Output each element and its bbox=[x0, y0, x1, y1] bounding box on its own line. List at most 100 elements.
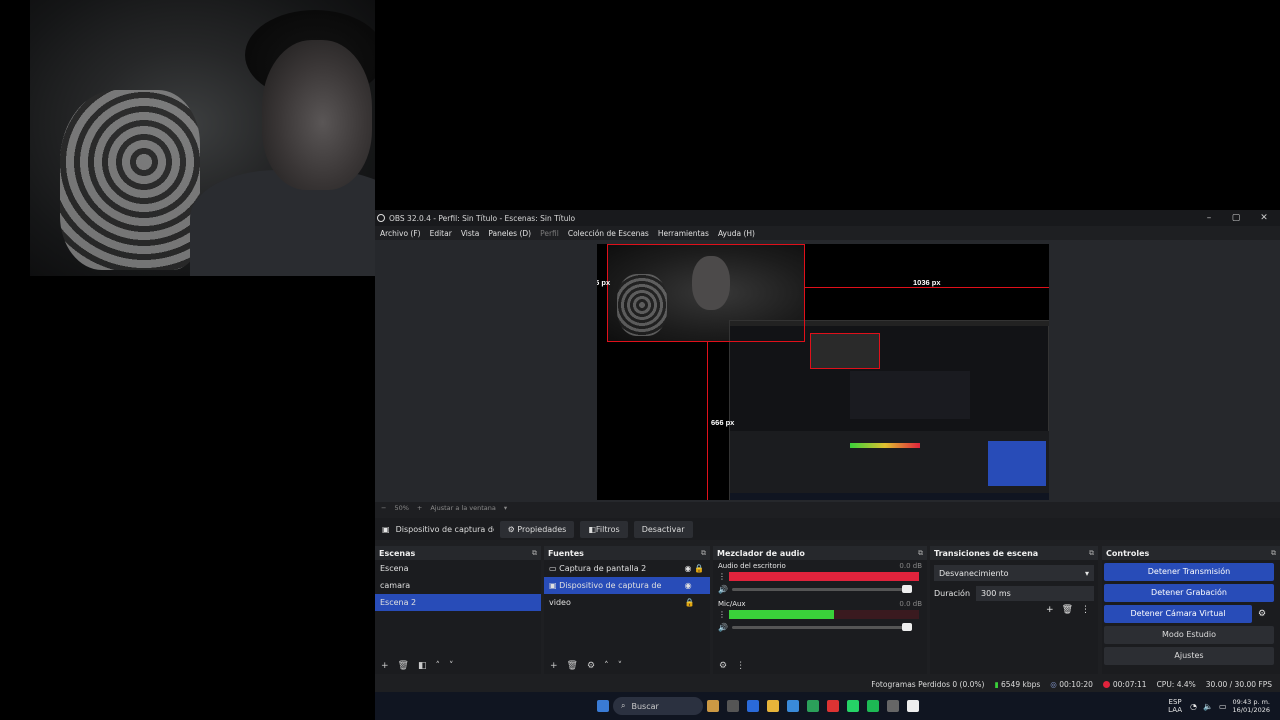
menu-tools[interactable]: Herramientas bbox=[658, 229, 709, 238]
filters-button[interactable]: ◧Filtros bbox=[580, 520, 628, 538]
more-icon[interactable]: ⋮ bbox=[736, 661, 745, 671]
widgets-icon[interactable] bbox=[387, 700, 399, 712]
channel-menu-icon[interactable]: ⋮ bbox=[718, 610, 726, 619]
app-icon[interactable] bbox=[827, 700, 839, 712]
settings-button[interactable]: Ajustes bbox=[1104, 647, 1274, 665]
arrow-down-icon[interactable]: ˅ bbox=[618, 661, 623, 671]
spotify-icon[interactable] bbox=[867, 700, 879, 712]
nested-screen-capture[interactable] bbox=[729, 320, 1049, 500]
add-icon[interactable]: + bbox=[381, 661, 389, 671]
gear-icon[interactable]: ⚙ bbox=[587, 661, 595, 671]
edge-icon[interactable] bbox=[787, 700, 799, 712]
nested-taskbar bbox=[730, 493, 1049, 500]
source-toolbar: ▣ Dispositivo de captura de v ⚙ Propieda… bbox=[375, 518, 1280, 540]
menu-view[interactable]: Vista bbox=[461, 229, 480, 238]
app-icon[interactable] bbox=[747, 700, 759, 712]
taskbar-search[interactable]: ⌕ Buscar bbox=[613, 697, 703, 715]
transition-select[interactable]: Desvanecimiento ▾ bbox=[934, 565, 1094, 581]
transitions-dock: Transiciones de escena ⧉ Desvanecimiento ▾… bbox=[930, 546, 1098, 674]
stop-virtual-camera-button[interactable]: Detener Cámara Virtual bbox=[1104, 605, 1252, 623]
minimize-icon[interactable]: – bbox=[1197, 212, 1221, 224]
app-icon[interactable] bbox=[887, 700, 899, 712]
duration-input[interactable]: 300 ms bbox=[976, 586, 1094, 601]
source-item[interactable]: ▭ Captura de pantalla 2 ◉ 🔒 bbox=[544, 560, 710, 577]
zoom-out-button[interactable]: − bbox=[381, 504, 386, 512]
wifi-icon[interactable]: ◔ bbox=[1190, 702, 1197, 711]
gear-icon[interactable]: ⚙ bbox=[1258, 609, 1266, 619]
menu-help[interactable]: Ayuda (H) bbox=[718, 229, 755, 238]
channel-menu-icon[interactable]: ⋮ bbox=[718, 572, 726, 581]
meter-fill bbox=[729, 610, 834, 619]
menu-scene-collection[interactable]: Colección de Escenas bbox=[568, 229, 649, 238]
person-shirt bbox=[190, 170, 375, 276]
source-item-selected[interactable]: ▣ Dispositivo de captura de video ◉ 🔒 bbox=[544, 577, 710, 607]
speaker-icon[interactable]: 🔊 bbox=[718, 623, 728, 632]
scene-item[interactable]: camara bbox=[375, 577, 541, 594]
menu-edit[interactable]: Editar bbox=[430, 229, 452, 238]
controls-dock: Controles ⧉ Detener Transmisión Detener G… bbox=[1102, 546, 1280, 674]
zoom-in-button[interactable]: + bbox=[417, 504, 422, 512]
add-icon[interactable]: + bbox=[1046, 605, 1054, 615]
more-icon[interactable]: ⋮ bbox=[1081, 605, 1090, 615]
undock-icon[interactable]: ⧉ bbox=[918, 549, 923, 558]
preview-area[interactable]: 45 px 1036 px 666 px − 50% + Ajustar a l… bbox=[375, 240, 1280, 512]
lock-icon[interactable]: 🔒 bbox=[694, 564, 704, 573]
obs-app-icon[interactable] bbox=[907, 700, 919, 712]
fps-display: 30.00 / 30.00 FPS bbox=[1205, 679, 1272, 689]
chevron-down-icon[interactable]: ▾ bbox=[504, 504, 507, 512]
trash-icon[interactable]: 🗑 bbox=[398, 661, 409, 671]
deactivate-button[interactable]: Desactivar bbox=[633, 520, 693, 538]
filter-icon[interactable]: ◧ bbox=[418, 661, 427, 671]
zoom-value: 50% bbox=[394, 504, 409, 512]
speaker-icon[interactable]: 🔊 bbox=[718, 585, 728, 594]
add-icon[interactable]: + bbox=[550, 661, 558, 671]
undock-icon[interactable]: ⧉ bbox=[1089, 549, 1094, 558]
volume-meter bbox=[729, 572, 919, 581]
nested-meter bbox=[850, 443, 920, 448]
scene-item-selected[interactable]: Escena 2 bbox=[375, 594, 541, 611]
maximize-icon[interactable]: ▢ bbox=[1224, 212, 1248, 224]
xbox-icon[interactable] bbox=[807, 700, 819, 712]
windows-start-icon[interactable] bbox=[597, 700, 609, 712]
arrow-up-icon[interactable]: ˄ bbox=[604, 661, 609, 671]
scene-item[interactable]: Escena bbox=[375, 560, 541, 577]
menu-file[interactable]: Archivo (F) bbox=[380, 229, 421, 238]
app-icon[interactable] bbox=[707, 700, 719, 712]
controls-header: Controles ⧉ bbox=[1102, 546, 1280, 560]
arrow-down-icon[interactable]: ˅ bbox=[449, 661, 454, 671]
monitor-icon: ▭ bbox=[549, 564, 560, 573]
guide-bottom bbox=[707, 342, 708, 500]
whatsapp-icon[interactable] bbox=[847, 700, 859, 712]
speaker-icon[interactable]: 🔈 bbox=[1203, 702, 1213, 711]
undock-icon[interactable]: ⧉ bbox=[701, 549, 706, 558]
file-explorer-icon[interactable] bbox=[767, 700, 779, 712]
eye-icon[interactable]: ◉ bbox=[685, 564, 692, 573]
stop-streaming-button[interactable]: Detener Transmisión bbox=[1104, 563, 1274, 581]
volume-slider[interactable] bbox=[731, 585, 912, 593]
preview-canvas[interactable]: 45 px 1036 px 666 px bbox=[597, 244, 1049, 500]
undock-icon[interactable]: ⧉ bbox=[1271, 549, 1276, 558]
eye-icon[interactable]: ◉ bbox=[685, 581, 692, 590]
trash-icon[interactable]: 🗑 bbox=[1062, 605, 1073, 615]
clock[interactable]: 09:43 p. m. 16/01/2026 bbox=[1233, 698, 1270, 714]
close-icon[interactable]: ✕ bbox=[1252, 212, 1276, 224]
battery-icon[interactable]: ▭ bbox=[1219, 702, 1227, 711]
guide-right bbox=[805, 287, 1049, 288]
language-indicator[interactable]: ESP LAA bbox=[1168, 698, 1182, 714]
volume-slider[interactable] bbox=[731, 623, 912, 631]
lock-icon[interactable]: 🔒 bbox=[685, 598, 695, 607]
trash-icon[interactable]: 🗑 bbox=[567, 661, 578, 671]
advanced-audio-icon[interactable]: ⚙ bbox=[719, 661, 727, 671]
menu-docks[interactable]: Paneles (D) bbox=[488, 229, 531, 238]
studio-mode-button[interactable]: Modo Estudio bbox=[1104, 626, 1274, 644]
stop-recording-button[interactable]: Detener Grabación bbox=[1104, 584, 1274, 602]
zoom-fit-dropdown[interactable]: Ajustar a la ventana bbox=[430, 504, 496, 512]
arrow-up-icon[interactable]: ˄ bbox=[436, 661, 441, 671]
duration-label: Duración bbox=[934, 589, 971, 598]
menu-profile[interactable]: Perfil bbox=[540, 229, 559, 238]
properties-button[interactable]: ⚙ Propiedades bbox=[499, 520, 575, 538]
app-icon[interactable] bbox=[727, 700, 739, 712]
volume-meter bbox=[729, 610, 919, 619]
undock-icon[interactable]: ⧉ bbox=[532, 549, 537, 558]
person-face bbox=[262, 40, 372, 190]
